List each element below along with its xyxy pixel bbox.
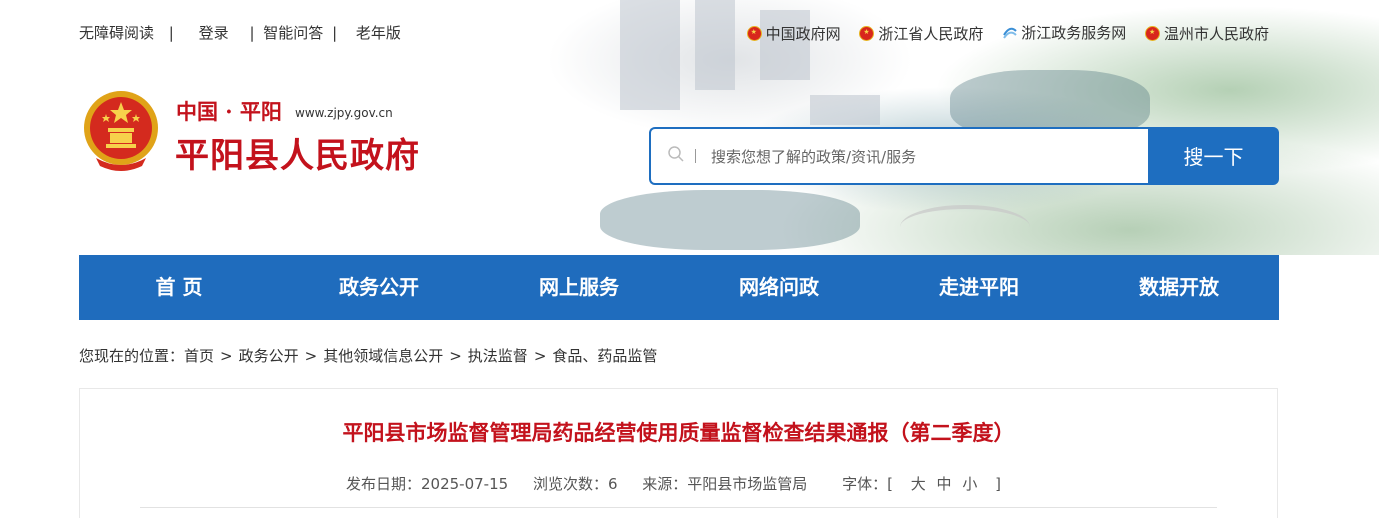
divider: | <box>249 24 255 42</box>
font-size-close: ] <box>995 475 1001 493</box>
article-source: 来源：平阳县市场监管局 <box>642 475 808 493</box>
divider: | <box>168 24 174 42</box>
site-title[interactable]: 平阳县人民政府 <box>175 128 420 177</box>
article-panel: 平阳县市场监督管理局药品经营使用质量监督检查结果通报（第二季度） 发布日期：20… <box>79 388 1278 518</box>
link-label: 浙江省人民政府 <box>878 24 984 43</box>
breadcrumb: 您现在的位置：首页 > 政务公开 > 其他领域信息公开 > 执法监督 > 食品、药品监管 <box>79 345 657 366</box>
font-size-control: 字体：[ 大 中 小 ] <box>832 475 1011 493</box>
main-nav: 首 页 政务公开 网上服务 网络问政 走进平阳 数据开放 <box>79 255 1279 320</box>
brand-url: www.zjpy.gov.cn <box>295 106 393 120</box>
breadcrumb-prefix: 您现在的位置： <box>79 347 185 365</box>
search-input[interactable] <box>709 141 1133 173</box>
article-meta: 发布日期：2025-07-15 浏览次数：6 来源：平阳县市场监管局 字体：[ … <box>80 473 1277 494</box>
breadcrumb-separator: > <box>449 347 462 365</box>
article-title: 平阳县市场监督管理局药品经营使用质量监督检查结果通报（第二季度） <box>342 421 1015 445</box>
nav-open-data[interactable]: 数据开放 <box>1079 255 1279 320</box>
search-button[interactable]: 搜一下 <box>1148 127 1279 185</box>
font-size-label: 字体：[ <box>842 475 893 493</box>
nav-government-affairs[interactable]: 政务公开 <box>279 255 479 320</box>
link-label: 浙江政务服务网 <box>1021 24 1127 42</box>
font-small-button[interactable]: 小 <box>962 475 977 493</box>
national-emblem-icon <box>859 25 875 41</box>
breadcrumb-item[interactable]: 首页 <box>184 347 214 365</box>
breadcrumb-separator: > <box>533 347 547 365</box>
breadcrumb-item[interactable]: 食品、药品监管 <box>552 347 657 365</box>
nav-online-inquiry[interactable]: 网络问政 <box>679 255 879 320</box>
accessibility-link[interactable]: 无障碍阅读 <box>79 24 154 42</box>
divider: | <box>332 24 338 42</box>
publish-date: 发布日期：2025-07-15 <box>346 475 509 493</box>
login-link[interactable]: 登录 <box>199 24 229 42</box>
top-utility-bar: 无障碍阅读 | 登录 | 智能问答 | 老年版 中国政府网 浙江省人民政府 浙江… <box>79 22 1279 44</box>
link-label: 中国政府网 <box>765 24 841 43</box>
search-icon <box>668 146 684 162</box>
nav-home[interactable]: 首 页 <box>79 255 279 320</box>
smart-qa-link[interactable]: 智能问答 <box>263 24 323 42</box>
title-divider <box>140 507 1217 508</box>
breadcrumb-separator: > <box>304 347 318 365</box>
national-emblem-icon <box>746 25 762 41</box>
national-emblem-logo[interactable] <box>82 88 160 172</box>
link-zjzwfw[interactable]: 浙江政务服务网 <box>1002 22 1126 43</box>
breadcrumb-item[interactable]: 政务公开 <box>239 347 299 365</box>
elderly-mode-link[interactable]: 老年版 <box>356 24 401 42</box>
search-field <box>649 127 1148 185</box>
search-divider <box>695 149 696 163</box>
view-count: 浏览次数：6 <box>532 475 618 493</box>
search-bar: 搜一下 <box>649 127 1279 185</box>
national-emblem-icon <box>1144 25 1160 41</box>
link-zhejiang-gov[interactable]: 浙江省人民政府 <box>859 23 983 44</box>
breadcrumb-item[interactable]: 执法监督 <box>468 347 528 365</box>
nav-online-services[interactable]: 网上服务 <box>479 255 679 320</box>
link-china-gov[interactable]: 中国政府网 <box>746 23 841 44</box>
breadcrumb-separator: > <box>220 347 233 365</box>
nav-about-pingyang[interactable]: 走进平阳 <box>879 255 1079 320</box>
font-large-button[interactable]: 大 <box>911 475 926 493</box>
breadcrumb-item[interactable]: 其他领域信息公开 <box>323 347 443 365</box>
link-label: 温州市人民政府 <box>1163 24 1269 43</box>
brand-region: 中国 · 平阳 <box>176 99 282 124</box>
zjzw-logo-icon <box>1003 27 1017 39</box>
link-wenzhou-gov[interactable]: 温州市人民政府 <box>1144 23 1269 44</box>
font-medium-button[interactable]: 中 <box>937 475 952 493</box>
